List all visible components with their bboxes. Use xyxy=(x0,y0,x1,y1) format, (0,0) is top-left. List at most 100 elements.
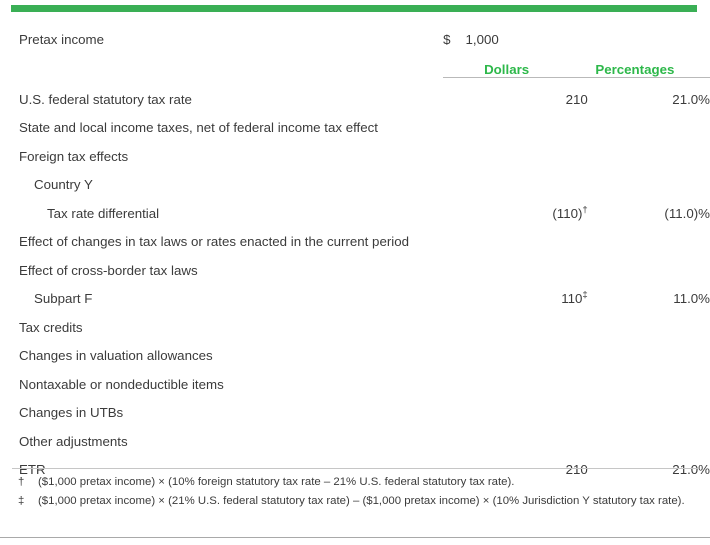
percentages-cell xyxy=(588,391,710,420)
row-label-cell: ETR xyxy=(0,448,443,477)
row-label: Effect of cross-border tax laws xyxy=(19,262,198,278)
row-label-cell: Changes in valuation allowances xyxy=(0,334,443,363)
table-row: Other adjustments xyxy=(0,420,710,449)
currency-spacer xyxy=(443,135,465,164)
table-row: Changes in UTBs xyxy=(0,391,710,420)
column-header-dollars: Dollars xyxy=(484,62,530,78)
percentages-cell xyxy=(588,135,710,164)
row-label-cell: Effect of changes in tax laws or rates e… xyxy=(0,220,443,249)
currency-spacer xyxy=(443,220,465,249)
percentages-cell xyxy=(588,163,710,192)
dollars-cell: 210 xyxy=(466,448,588,477)
row-label: Changes in valuation allowances xyxy=(19,348,213,364)
table-row: Effect of changes in tax laws or rates e… xyxy=(0,220,710,249)
dollars-cell xyxy=(466,306,588,335)
pretax-amount: 1,000 xyxy=(465,32,499,48)
table-row: State and local income taxes, net of fed… xyxy=(0,106,710,135)
footnote-marker: ‡ xyxy=(18,495,25,507)
dollars-cell xyxy=(466,334,588,363)
currency-spacer xyxy=(443,363,465,392)
percentages-cell: 21.0% xyxy=(672,462,710,478)
row-label-cell: Tax rate differential xyxy=(0,192,443,220)
bottom-rule xyxy=(0,537,710,538)
percentages-cell xyxy=(588,334,710,363)
table-row: Tax credits xyxy=(0,306,710,335)
percentages-cell xyxy=(588,420,710,449)
percentages-cell xyxy=(588,106,710,135)
footnote-item: ‡ ($1,000 pretax income) × (21% U.S. fede… xyxy=(12,493,698,509)
table-row: Foreign tax effects xyxy=(0,135,710,164)
row-label-cell: U.S. federal statutory tax rate xyxy=(0,77,443,106)
dollars-cell xyxy=(466,249,588,278)
dollars-value: 210 xyxy=(565,91,588,107)
footnote-list: † ($1,000 pretax income) × (10% foreign s… xyxy=(12,474,698,512)
empty-cell xyxy=(588,18,710,47)
row-label-cell: Effect of cross-border tax laws xyxy=(0,249,443,278)
row-label: Country Y xyxy=(34,177,93,193)
row-label: Subpart F xyxy=(34,291,93,307)
currency-spacer xyxy=(443,334,465,363)
footnote-text: ($1,000 pretax income) × (10% foreign st… xyxy=(38,476,515,488)
table-row: Nontaxable or nondeductible items xyxy=(0,363,710,392)
currency-symbol: $ xyxy=(443,32,451,48)
row-label: Foreign tax effects xyxy=(19,148,129,164)
table-row: Pretax income $1,000 xyxy=(0,18,710,47)
percentages-cell: 11.0% xyxy=(673,291,710,307)
currency-spacer xyxy=(443,420,465,449)
percentages-cell: (11.0)% xyxy=(664,205,710,221)
percentages-cell xyxy=(588,220,710,249)
footnote-marker: † xyxy=(582,204,588,216)
dollars-cell: 110‡ xyxy=(466,277,588,306)
header-spacer xyxy=(0,47,443,77)
dollars-cell xyxy=(466,106,588,135)
row-label-cell: Foreign tax effects xyxy=(0,135,443,164)
table-row: U.S. federal statutory tax rate 210 21.0% xyxy=(0,77,710,106)
row-label-cell: Tax credits xyxy=(0,306,443,335)
footnote-divider xyxy=(12,468,698,469)
currency-spacer xyxy=(443,192,465,221)
footnote-item: † ($1,000 pretax income) × (10% foreign s… xyxy=(12,474,698,490)
dollars-cell xyxy=(466,391,588,420)
dollars-cell xyxy=(466,363,588,392)
row-label: Tax credits xyxy=(19,319,83,335)
row-label-cell: Other adjustments xyxy=(0,420,443,448)
footnote-marker: ‡ xyxy=(582,289,588,301)
top-accent-bar xyxy=(11,5,697,12)
dollars-cell: (110)† xyxy=(466,192,588,221)
dollars-value: (110) xyxy=(552,205,583,221)
row-label-cell: Changes in UTBs xyxy=(0,391,443,420)
column-header-row: Dollars Percentages xyxy=(0,47,710,77)
percentages-cell xyxy=(588,249,710,278)
dollars-cell: 210 xyxy=(466,77,588,106)
currency-spacer xyxy=(443,249,465,278)
header-spacer-currency xyxy=(443,47,465,77)
percentages-cell xyxy=(588,306,710,335)
table-row: Country Y xyxy=(0,163,710,192)
dollars-cell xyxy=(466,220,588,249)
table-row: Tax rate differential (110)† (11.0)% xyxy=(0,192,710,221)
rate-reconciliation-table-page: Pretax income $1,000 Dollars Percentages U.S… xyxy=(0,0,710,545)
footnote-marker: † xyxy=(18,476,25,488)
effective-tax-rate-reconciliation-table: Pretax income $1,000 Dollars Percentages U.S… xyxy=(0,18,710,477)
currency-spacer xyxy=(443,106,465,135)
row-label-cell: Country Y xyxy=(0,163,443,192)
dollars-cell xyxy=(466,420,588,449)
row-label-cell: Pretax income xyxy=(0,18,443,47)
row-label-cell: Subpart F xyxy=(0,277,443,306)
percentages-cell xyxy=(588,363,710,392)
currency-spacer xyxy=(443,391,465,420)
footnote-text: ($1,000 pretax income) × (21% U.S. feder… xyxy=(38,495,685,507)
table-row: Changes in valuation allowances xyxy=(0,334,710,363)
row-label: Pretax income xyxy=(19,32,104,48)
row-label: Effect of changes in tax laws or rates e… xyxy=(19,234,410,250)
currency-spacer xyxy=(443,163,465,192)
row-label-cell: Nontaxable or nondeductible items xyxy=(0,363,443,392)
dollars-cell xyxy=(466,163,588,192)
row-label: State and local income taxes, net of fed… xyxy=(19,120,378,136)
currency-spacer xyxy=(443,306,465,335)
percentages-cell: 21.0% xyxy=(672,91,710,107)
currency-spacer xyxy=(443,77,465,106)
row-label: Nontaxable or nondeductible items xyxy=(19,376,224,392)
table-body: Pretax income $1,000 Dollars Percentages U.S… xyxy=(0,18,710,477)
row-label: U.S. federal statutory tax rate xyxy=(19,91,192,107)
